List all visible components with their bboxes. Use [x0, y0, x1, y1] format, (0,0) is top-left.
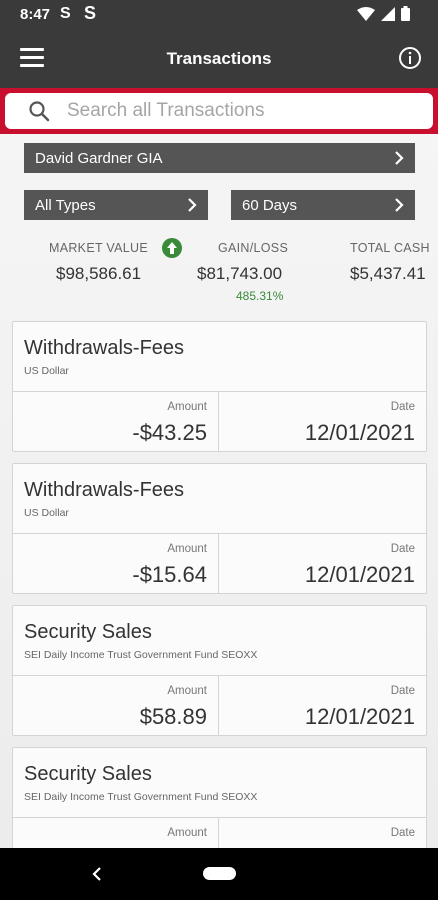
- type-filter-label: All Types: [35, 196, 96, 214]
- main-content: David Gardner GIA All Types 60 Days MARK…: [0, 134, 438, 848]
- amount-label: Amount: [167, 543, 207, 555]
- date-cell: Date 12/01/2021: [219, 676, 426, 736]
- status-icons: [357, 6, 410, 21]
- transaction-card[interactable]: Withdrawals-Fees US Dollar Amount -$43.2…: [12, 321, 427, 452]
- market-value: $98,586.61: [56, 264, 142, 283]
- account-selector-label: David Gardner GIA: [35, 149, 163, 167]
- transaction-subtitle: SEI Daily Income Trust Government Fund S…: [24, 649, 258, 661]
- date-label: Date: [390, 827, 415, 839]
- amount-label: Amount: [167, 401, 207, 413]
- transaction-title: Withdrawals-Fees: [24, 337, 185, 359]
- transaction-title: Security Sales: [24, 621, 152, 643]
- date-label: Date: [390, 401, 415, 413]
- info-icon[interactable]: [398, 46, 422, 70]
- amount-cell: Amount $58.89: [13, 676, 219, 736]
- amount-cell: Amount: [13, 818, 219, 848]
- status-time: 8:47: [20, 6, 51, 23]
- transaction-card[interactable]: Withdrawals-Fees US Dollar Amount -$15.6…: [12, 463, 427, 594]
- back-icon[interactable]: [90, 865, 104, 883]
- date-value: 12/01/2021: [304, 704, 415, 729]
- search-input[interactable]: [67, 100, 407, 122]
- transaction-subtitle: US Dollar: [24, 365, 69, 377]
- transaction-details: Amount -$15.64 Date 12/01/2021: [13, 533, 426, 594]
- amount-value: -$15.64: [132, 562, 207, 587]
- amount-value: $58.89: [139, 704, 207, 729]
- account-selector[interactable]: David Gardner GIA: [24, 143, 415, 173]
- date-value: 12/01/2021: [304, 562, 415, 587]
- date-cell: Date 12/01/2021: [219, 534, 426, 594]
- page-title: Transactions: [166, 49, 272, 68]
- amount-label: Amount: [167, 827, 207, 839]
- market-value-label: MARKET VALUE: [49, 241, 148, 255]
- period-filter-label: 60 Days: [242, 196, 298, 214]
- transaction-details: Amount $58.89 Date 12/01/2021: [13, 675, 426, 736]
- transaction-card[interactable]: Security Sales SEI Daily Income Trust Go…: [12, 605, 427, 736]
- home-button[interactable]: [203, 867, 236, 880]
- total-cash-label: TOTAL CASH: [350, 241, 430, 255]
- date-cell: Date 12/01/2021: [219, 392, 426, 452]
- search-icon: [29, 101, 50, 122]
- chevron-right-icon: [188, 198, 197, 212]
- date-label: Date: [390, 543, 415, 555]
- search-box[interactable]: [5, 93, 433, 129]
- chevron-right-icon: [395, 151, 404, 165]
- date-label: Date: [390, 685, 415, 697]
- status-bar: 8:47 S S: [0, 0, 438, 30]
- total-cash-value: $5,437.41: [350, 264, 426, 283]
- transaction-details: Amount -$43.25 Date 12/01/2021: [13, 391, 426, 452]
- type-filter[interactable]: All Types: [24, 190, 208, 220]
- notification-icon-2: S: [84, 3, 97, 23]
- signal-icon: [381, 6, 395, 21]
- notification-icon-1: S: [60, 5, 71, 22]
- battery-icon: [401, 6, 410, 21]
- transaction-subtitle: SEI Daily Income Trust Government Fund S…: [24, 791, 258, 803]
- account-summary: MARKET VALUE $98,586.61 GAIN/LOSS $81,74…: [0, 238, 438, 306]
- transaction-card[interactable]: Security Sales SEI Daily Income Trust Go…: [12, 747, 427, 848]
- amount-label: Amount: [167, 685, 207, 697]
- transaction-title: Withdrawals-Fees: [24, 479, 185, 501]
- gain-loss-percent: 485.31%: [236, 289, 284, 303]
- chevron-right-icon: [395, 198, 404, 212]
- transaction-title: Security Sales: [24, 763, 152, 785]
- search-bar: [0, 88, 438, 134]
- wifi-icon: [357, 6, 375, 21]
- date-value: 12/01/2021: [304, 420, 415, 445]
- gain-loss-value: $81,743.00: [197, 264, 283, 283]
- amount-value: -$43.25: [132, 420, 207, 445]
- arrow-up-circle-icon: [162, 238, 182, 258]
- app-bar: Transactions: [0, 30, 438, 88]
- system-nav-bar: [0, 848, 438, 900]
- amount-cell: Amount -$15.64: [13, 534, 219, 594]
- date-cell: Date: [219, 818, 426, 848]
- gain-loss-label: GAIN/LOSS: [218, 241, 289, 255]
- transaction-subtitle: US Dollar: [24, 507, 69, 519]
- period-filter[interactable]: 60 Days: [231, 190, 415, 220]
- amount-cell: Amount -$43.25: [13, 392, 219, 452]
- transaction-details: Amount Date: [13, 817, 426, 848]
